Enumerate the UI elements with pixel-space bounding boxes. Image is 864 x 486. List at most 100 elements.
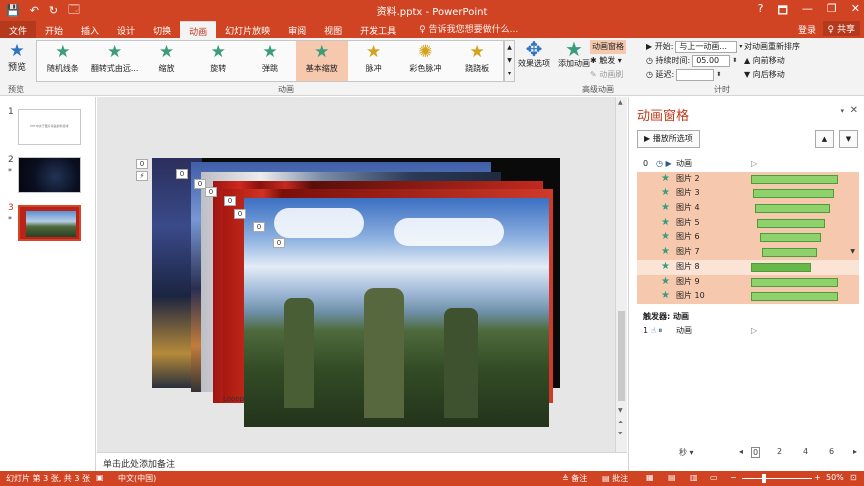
tab-transitions[interactable]: 切换 xyxy=(144,21,180,38)
move-later-button[interactable]: ▼ 向后移动 xyxy=(744,68,800,82)
close-icon[interactable]: ✕ xyxy=(850,105,858,116)
anim-row-5[interactable]: ★ 图片 6 xyxy=(637,230,859,246)
reading-view-icon[interactable]: ▥ xyxy=(690,473,698,482)
delay-input[interactable] xyxy=(676,69,715,81)
normal-view-icon[interactable]: ▦ xyxy=(646,473,654,482)
anim-row-7[interactable]: ★ 图片 8 xyxy=(637,259,859,275)
anim-row-1[interactable]: ★ 图片 2 xyxy=(637,171,859,187)
restore-icon[interactable]: ❐ xyxy=(827,2,837,21)
effect-bounce[interactable]: ★ 弹跳 xyxy=(244,41,296,81)
chevron-down-icon[interactable]: ▾ xyxy=(739,40,742,54)
slide-sorter-icon[interactable]: ▤ xyxy=(668,473,676,482)
anim-row-0[interactable]: 0 ◷ ▶ 动画 ▷ xyxy=(637,157,859,172)
anim-tag[interactable]: 0 xyxy=(176,169,188,179)
animation-pane-button[interactable]: 动画窗格 xyxy=(590,40,626,54)
share-button[interactable]: ♀ 共享 xyxy=(822,21,860,36)
scrollbar-thumb[interactable] xyxy=(618,311,625,401)
effect-random-bars[interactable]: ★ 随机线条 xyxy=(37,41,89,81)
effect-basic-zoom[interactable]: ★ 基本缩放 xyxy=(295,41,348,81)
tab-animations[interactable]: 动画 xyxy=(180,21,217,38)
move-down-button[interactable]: ▼ xyxy=(839,130,858,148)
ribbon-display-options-icon[interactable]: 🗖 xyxy=(777,2,787,21)
comments-toggle[interactable]: ▤ 批注 xyxy=(602,473,628,484)
move-earlier-button[interactable]: ▲ 向前移动 xyxy=(744,54,800,68)
anim-trigger-tag[interactable]: ⚡ xyxy=(136,171,148,181)
next-slide-icon[interactable]: ⏷ xyxy=(618,430,623,438)
effect-color-pulse[interactable]: ✺ 彩色脉冲 xyxy=(399,41,451,81)
edit-area-scrollbar[interactable]: ▲ ▼ ⏶ ⏷ xyxy=(615,97,627,452)
preview-button[interactable]: ★ 预览 xyxy=(4,42,30,73)
start-from-beginning-icon[interactable]: 🗔 xyxy=(68,1,80,20)
timeline-bar[interactable] xyxy=(759,233,822,243)
tab-review[interactable]: 审阅 xyxy=(279,21,315,38)
redo-icon[interactable]: ↻ xyxy=(49,4,58,17)
slide-thumbnail-3[interactable] xyxy=(18,205,81,241)
minimize-icon[interactable]: — xyxy=(802,2,813,21)
anim-row-9[interactable]: ★ 图片 10 xyxy=(637,289,859,304)
timeline-bar[interactable] xyxy=(757,218,826,228)
tab-home[interactable]: 开始 xyxy=(36,21,72,38)
start-select[interactable]: 与上一动画... xyxy=(675,41,738,53)
save-icon[interactable]: 💾 xyxy=(6,4,20,17)
timeline-bar[interactable] xyxy=(751,262,811,272)
slideshow-view-icon[interactable]: ▭ xyxy=(710,473,718,482)
tab-design[interactable]: 设计 xyxy=(108,21,144,38)
anim-tag[interactable]: 0 xyxy=(224,196,236,206)
play-selected-button[interactable]: ▶ 播放所选项 xyxy=(637,130,700,148)
zoom-slider[interactable] xyxy=(742,478,812,479)
duration-spinner[interactable]: ⬍ xyxy=(732,54,737,68)
effect-options-button[interactable]: ✥ 效果选项 xyxy=(518,39,550,69)
anim-row-6[interactable]: ★ 图片 7 ▼ xyxy=(637,245,859,260)
timeline-bar[interactable] xyxy=(751,292,838,302)
animation-painter-button[interactable]: ✎ 动画刷 xyxy=(590,68,626,82)
sign-in-link[interactable]: 登录 xyxy=(798,23,816,36)
timeline-bar[interactable] xyxy=(752,189,835,199)
tab-slideshow[interactable]: 幻灯片放映 xyxy=(216,21,279,38)
close-icon[interactable]: ✕ xyxy=(851,2,860,21)
trigger-row[interactable]: 1 ☝ ⏸ 动画 ▷ xyxy=(637,324,859,338)
gallery-scroll[interactable]: ▲ ▼ ▾ xyxy=(504,40,515,82)
tab-view[interactable]: 视图 xyxy=(315,21,351,38)
trigger-button[interactable]: ✱ 触发 ▾ xyxy=(590,54,626,68)
prev-slide-icon[interactable]: ⏶ xyxy=(618,419,623,427)
time-unit-select[interactable]: 秒 ▾ xyxy=(679,447,694,458)
pane-options-icon[interactable]: ▾ xyxy=(840,107,844,115)
tab-developer[interactable]: 开发工具 xyxy=(351,21,405,38)
timeline-prev-icon[interactable]: ◂ xyxy=(739,447,743,456)
spellcheck-icon[interactable]: ▣ xyxy=(96,473,104,482)
anim-row-2[interactable]: ★ 图片 3 xyxy=(637,186,859,202)
picture-zhangjiajie-mountains[interactable] xyxy=(244,198,549,427)
effect-spin[interactable]: ★ 旋转 xyxy=(192,41,244,81)
zoom-level[interactable]: 50% xyxy=(826,473,844,482)
move-up-button[interactable]: ▲ xyxy=(815,130,834,148)
effect-pulse[interactable]: ★ 脉冲 xyxy=(348,41,400,81)
effect-teeter[interactable]: ★ 跷跷板 xyxy=(451,41,503,81)
anim-row-8[interactable]: ★ 图片 9 xyxy=(637,274,859,290)
help-icon[interactable]: ? xyxy=(758,2,764,21)
anim-tag[interactable]: 0 xyxy=(136,159,148,169)
zoom-out-icon[interactable]: − xyxy=(730,473,737,482)
zoom-in-icon[interactable]: + xyxy=(814,473,821,482)
tell-me-search[interactable]: ♀ 告诉我您想要做什么... xyxy=(419,22,518,38)
anim-row-4[interactable]: ★ 图片 5 xyxy=(637,215,859,231)
timeline-bar[interactable] xyxy=(751,174,838,184)
slide-edit-area[interactable]: Looop 0 ⚡ 0 0 0 0 0 0 0 xyxy=(97,97,615,452)
anim-row-3[interactable]: ★ 图片 4 xyxy=(637,201,859,216)
fit-to-window-icon[interactable]: ⊡ xyxy=(850,473,857,482)
scroll-up-icon[interactable]: ▲ xyxy=(618,99,623,106)
notes-area[interactable]: 单击此处添加备注 xyxy=(97,452,627,471)
scroll-down-icon[interactable]: ▼ xyxy=(618,407,623,414)
tab-file[interactable]: 文件 xyxy=(0,21,37,38)
anim-tag[interactable]: 0 xyxy=(253,222,265,232)
timeline-next-icon[interactable]: ▸ xyxy=(853,447,857,456)
anim-tag[interactable]: 0 xyxy=(234,209,246,219)
language-indicator[interactable]: 中文(中国) xyxy=(118,473,156,484)
duration-input[interactable]: 05.00 xyxy=(692,55,731,67)
slide-thumbnail-2[interactable] xyxy=(18,157,81,193)
undo-icon[interactable]: ↶ xyxy=(30,4,39,17)
tab-insert[interactable]: 插入 xyxy=(72,21,108,38)
slide-thumbnail-1[interactable]: PPT中关于图片动画的新思考 xyxy=(18,109,81,145)
timeline-bar[interactable] xyxy=(751,277,838,287)
anim-tag[interactable]: 0 xyxy=(205,187,217,197)
timeline-bar[interactable] xyxy=(761,248,817,258)
